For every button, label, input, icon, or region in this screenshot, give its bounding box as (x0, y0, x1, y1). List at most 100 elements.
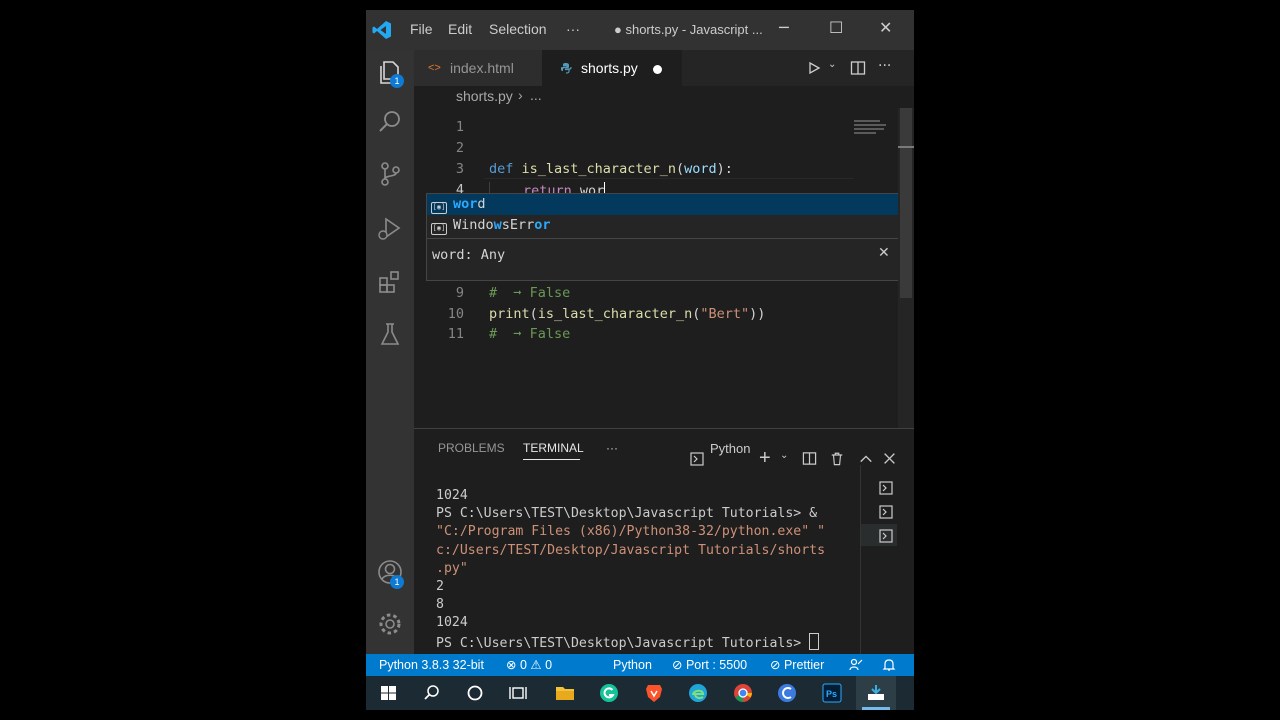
terminal-instance-icon[interactable] (879, 481, 893, 495)
explorer-badge: 1 (390, 74, 404, 88)
terminal-instance-icon[interactable] (879, 505, 893, 519)
port-label: Port : 5500 (685, 658, 748, 672)
suggestion-match: or (534, 217, 551, 233)
warning-icon: ⚠ (530, 658, 542, 672)
suggestion-item[interactable]: [◉] WindowsError (427, 215, 899, 236)
prettier-disabled-icon: ⊘ (770, 658, 781, 672)
panel-more-icon[interactable]: ··· (606, 441, 618, 455)
feedback-person-icon[interactable] (849, 658, 863, 672)
code-line-10: print(is_last_character_n("Bert")) (489, 306, 765, 322)
breadcrumb-symbol[interactable]: ... (530, 87, 542, 103)
tab-index-html[interactable]: <> index.html (414, 50, 542, 86)
terminal-instance-active[interactable] (861, 524, 897, 546)
terminal-shell-label[interactable]: Python (710, 441, 750, 456)
maximize-button[interactable]: ☐ (829, 18, 843, 37)
python-file-icon (561, 63, 572, 74)
new-terminal-plus-icon[interactable]: + (759, 447, 771, 470)
testing-flask-icon[interactable] (376, 320, 404, 348)
windows-taskbar: Ps (366, 676, 914, 710)
tab-problems[interactable]: PROBLEMS (438, 441, 505, 455)
split-terminal-icon[interactable] (802, 451, 817, 466)
title-bar: File Edit Selection ··· ● shorts.py - Ja… (366, 10, 914, 50)
breadcrumb-separator: › (518, 87, 523, 103)
menu-more[interactable]: ··· (566, 21, 580, 37)
variable-icon: [◉] (431, 202, 447, 214)
menu-edit[interactable]: Edit (448, 21, 472, 37)
terminal-dropdown-chevron-icon[interactable]: ⌄ (780, 450, 788, 461)
minimize-button[interactable]: ─ (779, 18, 789, 37)
maximize-panel-chevron-up-icon[interactable] (859, 452, 873, 466)
close-panel-icon[interactable] (883, 452, 896, 465)
search-icon[interactable] (376, 108, 404, 136)
task-view-icon[interactable] (507, 683, 529, 703)
editor-tabs: <> index.html shorts.py ⌄ ··· (414, 50, 914, 86)
run-debug-icon[interactable] (376, 214, 404, 242)
cortana-icon[interactable] (464, 683, 486, 703)
close-details-icon[interactable]: ✕ (878, 245, 890, 261)
tab-label: index.html (450, 60, 514, 76)
menu-selection[interactable]: Selection (489, 21, 547, 37)
notifications-bell-icon[interactable] (882, 658, 896, 672)
split-editor-icon[interactable] (850, 60, 866, 76)
source-control-icon[interactable] (376, 160, 404, 188)
kill-terminal-trash-icon[interactable] (830, 451, 844, 466)
suggestion-text: sErr (501, 217, 535, 233)
editor-more-actions-icon[interactable]: ··· (878, 58, 891, 74)
windows-start-icon[interactable] (378, 683, 400, 703)
suggestion-match: wor (453, 196, 478, 212)
browser-c-icon[interactable] (776, 683, 798, 703)
terminal-prompt-line: PS C:\Users\TEST\Desktop\Javascript Tuto… (436, 632, 856, 653)
string-literal: "Bert" (700, 306, 750, 322)
code-line-9: # ➞ False (489, 285, 571, 301)
brave-browser-icon[interactable] (643, 683, 665, 703)
window-title: ● shorts.py - Javascript ... (614, 22, 763, 37)
python-interpreter[interactable]: Python 3.8.3 32-bit (379, 654, 484, 676)
run-python-file-icon[interactable] (807, 61, 821, 75)
file-explorer-icon[interactable] (554, 683, 576, 703)
function-name: is_last_character_n (521, 161, 676, 177)
breadcrumb-file[interactable]: shorts.py (456, 88, 513, 104)
code-line-11: # ➞ False (489, 326, 571, 342)
terminal-prompt: PS C:\Users\TEST\Desktop\Javascript Tuto… (436, 635, 810, 651)
editor-scrollbar[interactable] (898, 108, 914, 428)
terminal-output[interactable]: 1024 PS C:\Users\TEST\Desktop\Javascript … (436, 487, 856, 653)
suggestion-text: Windo (453, 217, 494, 233)
photoshop-icon[interactable]: Ps (821, 683, 843, 703)
terminal-line: "C:/Program Files (x86)/Python38-32/pyth… (436, 524, 826, 540)
terminal-line: 8 (436, 597, 444, 613)
terminal-line: PS C:\Users\TEST\Desktop\Javascript Tuto… (436, 506, 818, 522)
suggestion-item[interactable]: [◉] word (427, 194, 899, 215)
tab-terminal[interactable]: TERMINAL (523, 441, 584, 455)
live-server-port[interactable]: ⊘ Port : 5500 (672, 654, 747, 676)
line-number: 11 (447, 326, 464, 342)
prettier-status[interactable]: ⊘ Prettier (770, 654, 824, 676)
language-mode[interactable]: Python (613, 654, 652, 676)
html-file-icon: <> (428, 62, 441, 74)
line-number: 3 (455, 161, 464, 177)
edge-browser-icon[interactable] (687, 683, 709, 703)
terminal-line: c:/Users/TEST/Desktop/Javascript Tutoria… (436, 542, 826, 558)
taskbar-search-icon[interactable] (421, 683, 443, 703)
parameter: word (684, 161, 717, 177)
grammarly-icon[interactable] (598, 683, 620, 703)
menu-file[interactable]: File (410, 21, 433, 37)
installer-app-icon[interactable] (865, 683, 887, 703)
chrome-browser-icon[interactable] (732, 683, 754, 703)
suggestion-details: word: Any ✕ (427, 238, 899, 279)
settings-gear-icon[interactable] (376, 610, 404, 638)
tab-shorts-py[interactable]: shorts.py (542, 50, 682, 86)
variable-icon: [◉] (431, 223, 447, 235)
minimap[interactable] (854, 120, 888, 138)
status-bar: Python 3.8.3 32-bit ⊗ 0 ⚠ 0 Python ⊘ Por… (366, 654, 914, 676)
extensions-icon[interactable] (376, 268, 404, 296)
active-tab-underline (523, 459, 580, 460)
scrollbar-thumb[interactable] (900, 108, 912, 298)
unsaved-dot-icon[interactable] (653, 65, 662, 74)
autocomplete-popup: [◉] word [◉] WindowsError word: Any ✕ (426, 193, 900, 281)
close-window-button[interactable]: ✕ (879, 18, 892, 37)
bottom-panel: PROBLEMS TERMINAL ··· Python + ⌄ 1024 PS … (414, 428, 914, 655)
breadcrumb: shorts.py › ... (414, 86, 914, 108)
problems-indicator[interactable]: ⊗ 0 ⚠ 0 (506, 654, 552, 676)
terminal-line: 1024 (436, 615, 468, 631)
run-dropdown-chevron-icon[interactable]: ⌄ (828, 59, 836, 70)
